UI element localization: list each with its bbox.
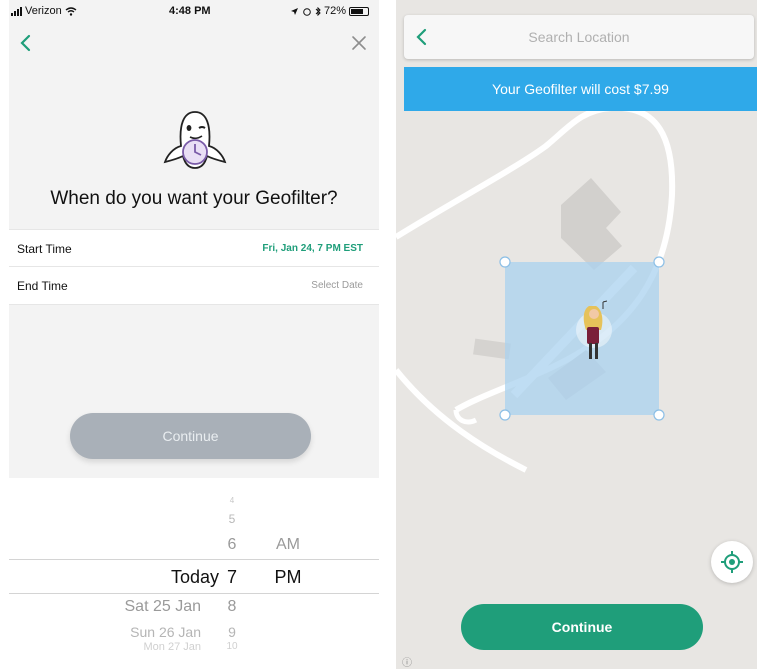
picker-hour[interactable]: 8 — [221, 598, 243, 616]
crosshair-icon — [721, 551, 743, 573]
picker-hour-selected[interactable]: 7 — [221, 567, 243, 588]
battery-icon — [349, 6, 369, 16]
picker-divider-top — [9, 559, 379, 560]
page-title: When do you want your Geofilter? — [50, 188, 338, 209]
picker-am[interactable]: AM — [271, 536, 305, 554]
picker-hour[interactable]: 10 — [221, 641, 243, 652]
carrier-name: Verizon — [25, 5, 62, 17]
search-input[interactable]: Search Location — [404, 29, 754, 45]
status-bar: Verizon 4:48 PM 72% — [9, 0, 379, 22]
clock: 4:48 PM — [169, 5, 211, 17]
locate-button[interactable] — [711, 541, 753, 583]
continue-button[interactable]: Continue — [461, 604, 703, 650]
close-icon[interactable] — [349, 33, 369, 53]
schedule-screen: Verizon 4:48 PM 72% When do you want you… — [9, 0, 379, 669]
alarm-icon — [303, 7, 311, 16]
info-icon[interactable]: ⓘ — [402, 654, 412, 669]
picker-day[interactable]: Sat 25 Jan — [89, 598, 202, 616]
ghost-clock-icon — [163, 111, 227, 169]
picker-hour[interactable]: 5 — [223, 512, 241, 526]
screenshot: Verizon 4:48 PM 72% When do you want you… — [0, 0, 757, 669]
map-screen: Search Location Your Geofilter will cost… — [396, 0, 757, 669]
end-time-label: End Time — [17, 279, 68, 293]
location-arrow-icon — [290, 7, 298, 15]
date-time-picker[interactable]: 4 5 6 AM Today 7 PM Sat 25 Jan 8 Sun 26 … — [9, 478, 379, 669]
picker-hour[interactable]: 4 — [223, 496, 241, 505]
back-chevron-icon[interactable] — [15, 32, 37, 54]
picker-day[interactable]: Mon 27 Jan — [89, 641, 201, 653]
bluetooth-icon — [315, 6, 321, 16]
picker-divider-bottom — [9, 593, 379, 594]
picker-hour[interactable]: 6 — [221, 536, 243, 554]
picker-hour[interactable]: 9 — [221, 624, 243, 640]
signal-icon — [11, 6, 22, 16]
start-time-label: Start Time — [17, 242, 72, 256]
end-time-value: Select Date — [311, 280, 363, 291]
picker-day[interactable]: Sun 26 Jan — [89, 624, 201, 640]
wifi-icon — [65, 6, 77, 16]
picker-day-selected[interactable]: Today — [119, 567, 219, 588]
search-bar[interactable]: Search Location — [404, 15, 754, 59]
end-time-row[interactable]: End Time Select Date — [9, 267, 379, 305]
continue-button-disabled[interactable]: Continue — [70, 413, 311, 459]
battery-percent: 72% — [323, 5, 346, 17]
cost-banner: Your Geofilter will cost $7.99 — [404, 67, 757, 111]
start-time-row[interactable]: Start Time Fri, Jan 24, 7 PM EST — [9, 229, 379, 267]
start-time-value: Fri, Jan 24, 7 PM EST — [262, 243, 363, 254]
picker-pm-selected[interactable]: PM — [271, 567, 305, 588]
